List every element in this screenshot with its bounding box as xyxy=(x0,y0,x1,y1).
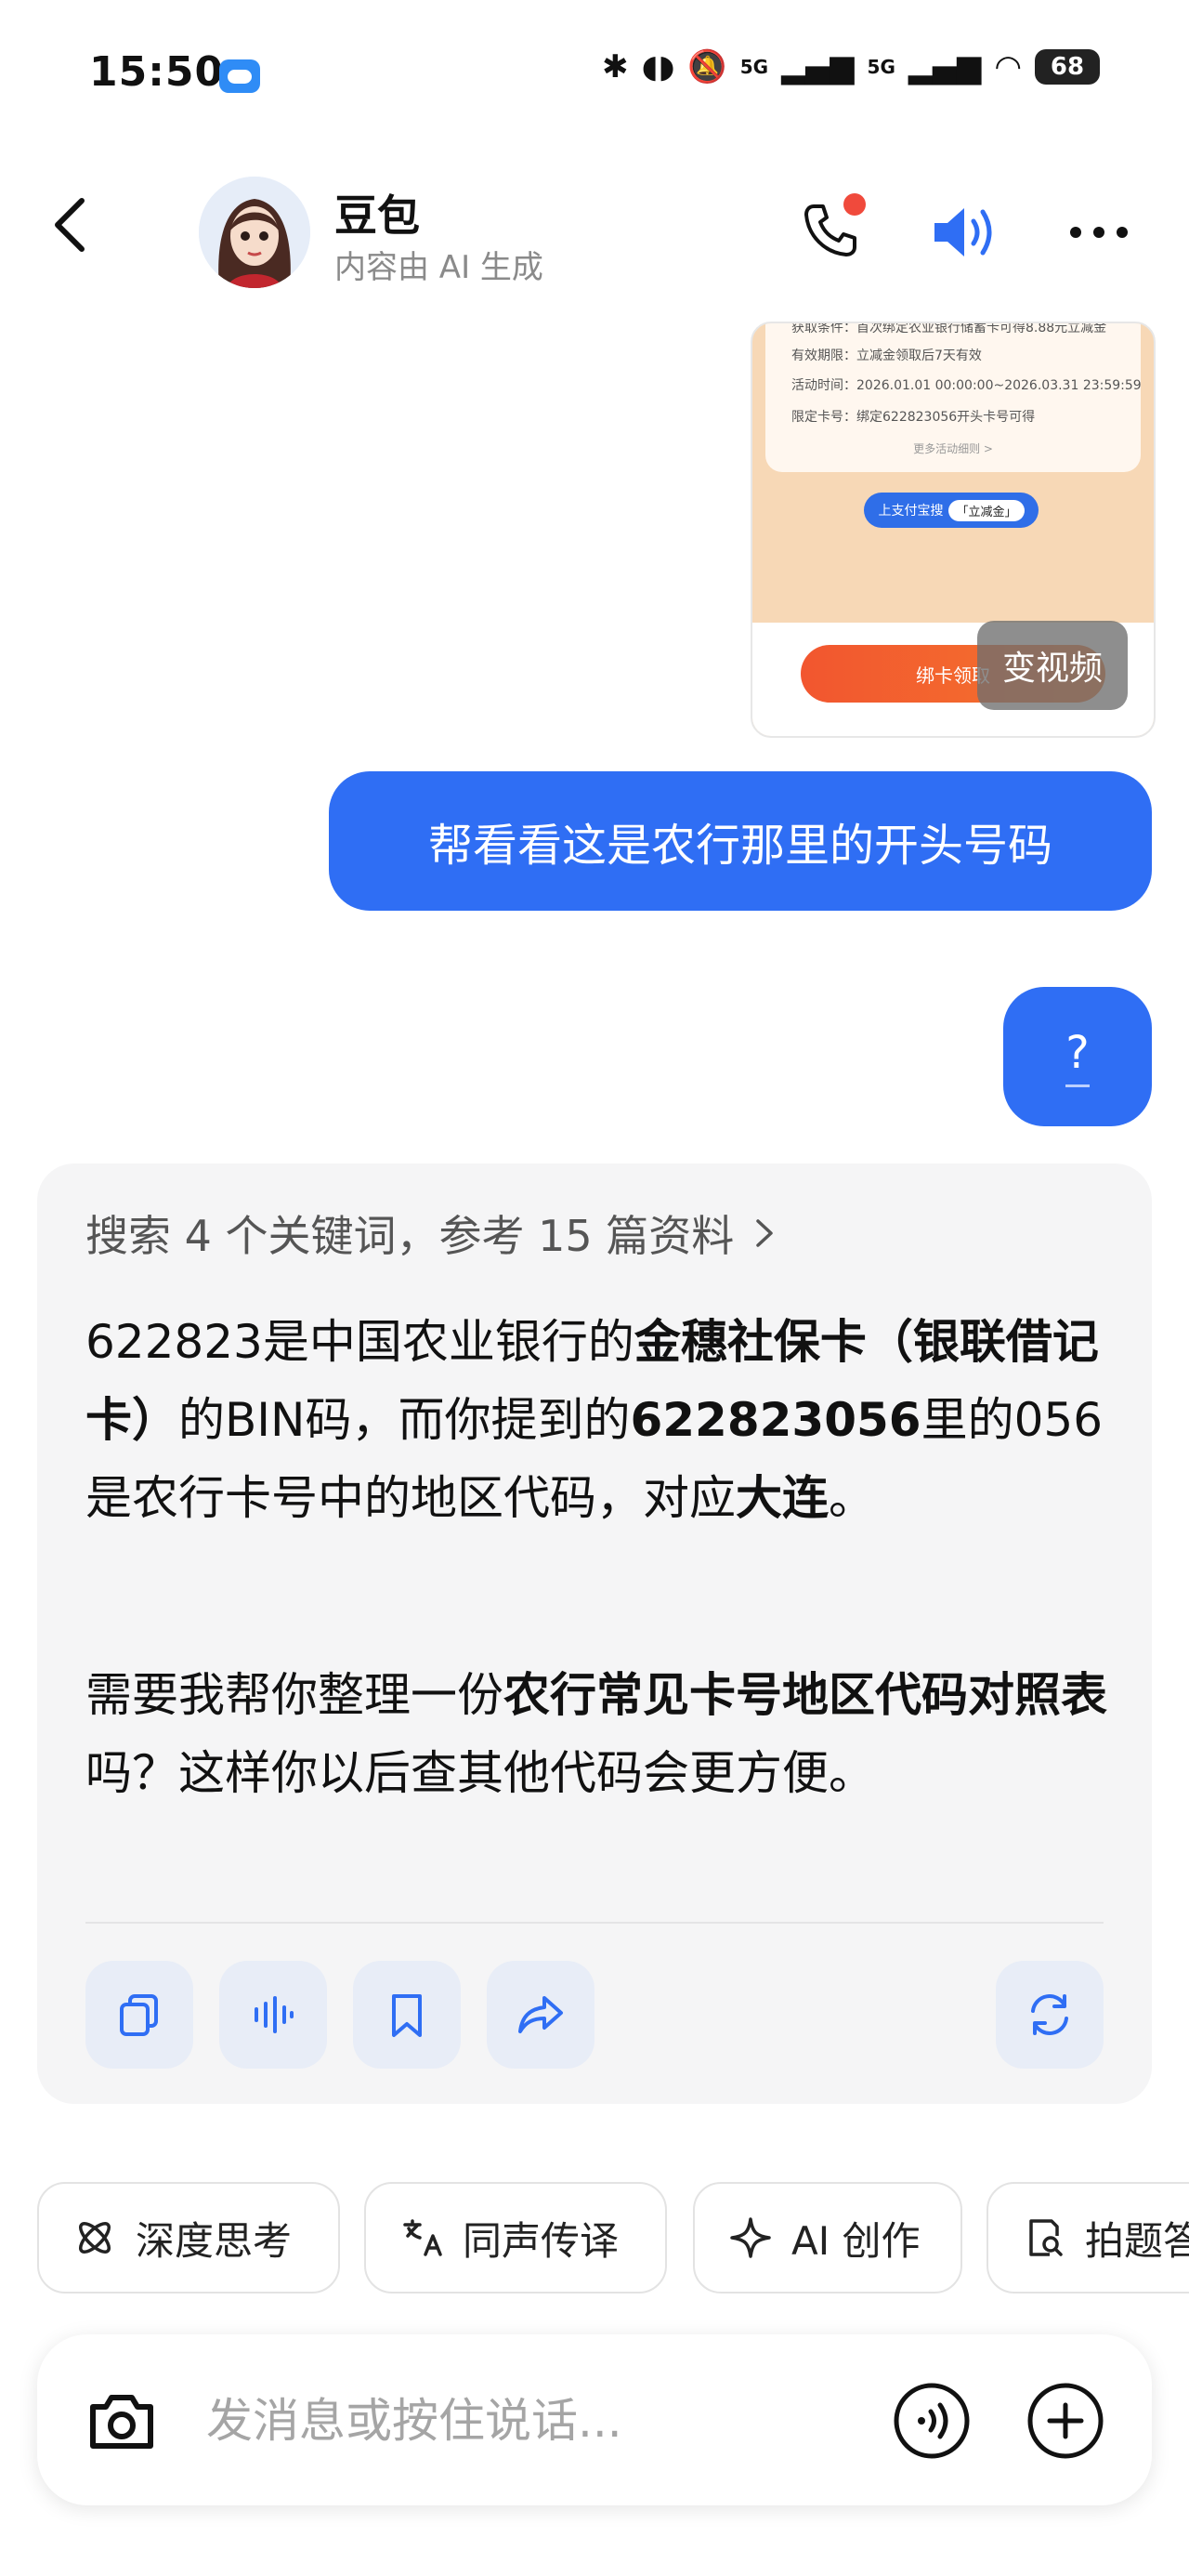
chip-label: 同声传译 xyxy=(463,2217,620,2264)
wifi-icon: ◠ xyxy=(994,48,1022,85)
sparkle-icon xyxy=(730,2217,771,2258)
bluetooth-icon: ✱ xyxy=(602,48,629,85)
more-icon[interactable] xyxy=(1066,223,1131,242)
speaker-icon[interactable] xyxy=(931,203,1001,262)
ai-paragraph-2: 需要我帮你整理一份农行常见卡号地区代码对照表吗？这样你以后查其他代码会更方便。 xyxy=(85,1656,1107,1812)
share-button[interactable] xyxy=(487,1961,594,2069)
convert-to-video-button[interactable]: 变视频 xyxy=(977,621,1128,710)
message-input-bar xyxy=(37,2334,1152,2505)
network-label-1: 5G xyxy=(739,56,769,78)
search-summary-text: 搜索 4 个关键词，参考 15 篇资料 xyxy=(85,1211,735,1261)
ai-text-bold: 622823056 xyxy=(630,1393,921,1447)
chip-photo-question[interactable]: 拍题答疑 xyxy=(986,2182,1189,2293)
thumb-more-rules: 更多活动细则 > xyxy=(913,442,993,455)
thumb-line-4: 限定卡号：绑定622823056开头卡号可得 xyxy=(791,410,1036,425)
notification-dot xyxy=(843,193,866,216)
thumb-rules-panel: 获取条件：首次绑定农业银行储蓄卡可得8.88元立减金 有效期限：立减金领取后7天… xyxy=(765,322,1142,472)
network-label-2: 5G xyxy=(867,56,895,78)
mute-icon: 🔕 xyxy=(687,48,727,85)
soundwave-icon xyxy=(255,1996,294,2033)
chip-label: 拍题答疑 xyxy=(1085,2217,1189,2264)
thumb-line-3: 活动时间：2026.01.01 00:00:00~2026.03.31 23:5… xyxy=(791,378,1142,393)
user-message-text: ? xyxy=(1065,1027,1090,1087)
plus-icon[interactable] xyxy=(1026,2381,1105,2461)
ai-text-segment: 。 xyxy=(829,1471,875,1525)
avatar-illustration-icon xyxy=(199,177,310,288)
thumb-search-pill: 上支付宝搜 「立减金」 xyxy=(864,493,1039,528)
signal-icon-1: ▂▄▆ xyxy=(781,48,855,85)
atom-icon xyxy=(79,2222,111,2254)
read-aloud-button[interactable] xyxy=(219,1961,327,2069)
earbuds-icon: ◖◗ xyxy=(641,48,675,85)
translate-icon xyxy=(403,2219,442,2256)
bookmark-icon xyxy=(392,1994,422,2037)
copy-icon xyxy=(120,1994,158,2036)
thumb-pill-keyword: 「立减金」 xyxy=(948,499,1025,521)
user-message[interactable]: ? xyxy=(1003,987,1152,1126)
status-time: 15:50 xyxy=(89,48,225,96)
ai-text-bold: 农行常见卡号地区代码对照表 xyxy=(503,1668,1107,1722)
thumb-pill-label: 上支付宝搜 xyxy=(878,504,944,519)
divider xyxy=(85,1922,1104,1924)
copy-button[interactable] xyxy=(85,1961,193,2069)
chip-label: AI 创作 xyxy=(791,2217,921,2264)
user-message[interactable]: 帮看看这是农行那里的开头号码 xyxy=(329,771,1152,911)
ai-text-segment: 622823是中国农业银行的 xyxy=(85,1315,634,1369)
chip-simultaneous-translation[interactable]: 同声传译 xyxy=(364,2182,667,2293)
status-icons: ✱ ◖◗ 🔕 5G ▂▄▆ 5G ▂▄▆ ◠ 68 xyxy=(602,48,1100,85)
ai-text-segment: 需要我帮你整理一份 xyxy=(85,1668,503,1722)
ai-paragraph-1: 622823是中国农业银行的金穗社保卡（银联借记卡）的BIN码，而你提到的622… xyxy=(85,1303,1107,1537)
chevron-right-icon xyxy=(756,1219,774,1247)
chip-ai-create[interactable]: AI 创作 xyxy=(693,2182,962,2293)
battery-level: 68 xyxy=(1035,49,1100,85)
signal-icon-2: ▂▄▆ xyxy=(908,48,982,85)
message-input[interactable] xyxy=(204,2381,877,2461)
voice-call-icon[interactable] xyxy=(892,2381,972,2461)
camera-icon[interactable] xyxy=(84,2383,160,2459)
thumb-line-1: 获取条件：首次绑定农业银行储蓄卡可得8.88元立减金 xyxy=(791,322,1107,335)
ai-text-bold: 大连 xyxy=(736,1471,829,1525)
cloud-icon xyxy=(219,59,260,93)
chip-deep-thinking[interactable]: 深度思考 xyxy=(37,2182,340,2293)
thumb-line-2: 有效期限：立减金领取后7天有效 xyxy=(791,348,982,363)
share-icon xyxy=(518,1996,563,2033)
back-icon[interactable] xyxy=(52,197,89,253)
search-summary-link[interactable]: 搜索 4 个关键词，参考 15 篇资料 xyxy=(85,1203,775,1264)
bookmark-button[interactable] xyxy=(353,1961,461,2069)
chat-subtitle: 内容由 AI 生成 xyxy=(334,249,543,286)
document-search-icon xyxy=(1029,2219,1063,2256)
chip-label: 深度思考 xyxy=(136,2217,293,2264)
ai-text-segment: 吗？这样你以后查其他代码会更方便。 xyxy=(85,1746,875,1800)
avatar[interactable] xyxy=(199,177,310,288)
refresh-icon xyxy=(1031,1994,1068,2035)
ai-text-segment: 的BIN码，而你提到的 xyxy=(178,1393,631,1447)
regenerate-button[interactable] xyxy=(996,1961,1104,2069)
ai-response-card: 搜索 4 个关键词，参考 15 篇资料 622823是中国农业银行的金穗社保卡（… xyxy=(37,1163,1152,2104)
chat-title: 豆包 xyxy=(334,191,420,241)
